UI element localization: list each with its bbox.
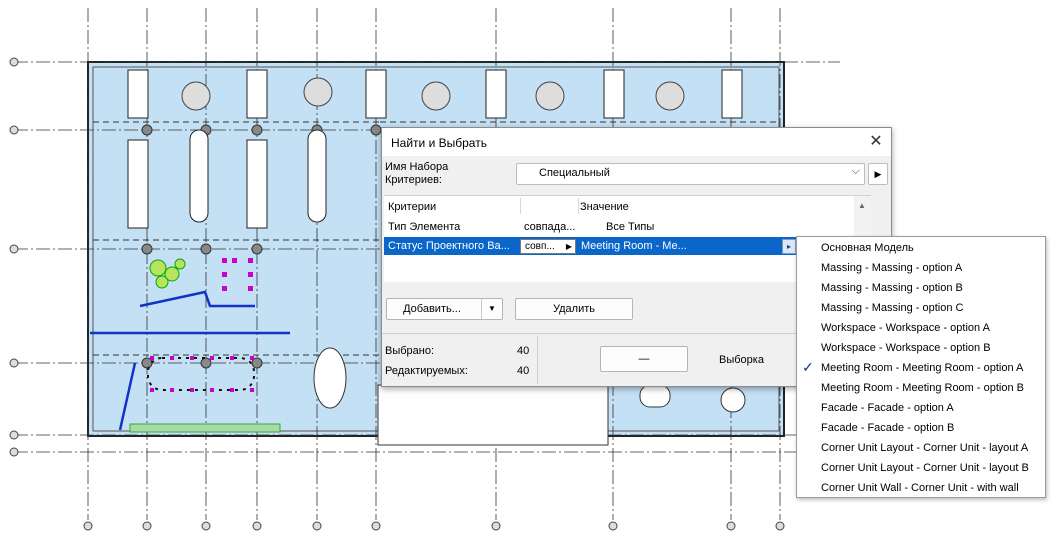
column-header-criteria[interactable]: Критерии	[388, 201, 436, 213]
selected-count: 40	[517, 345, 530, 357]
menu-item[interactable]: Facade - Facade - option B	[797, 418, 1045, 438]
criteria-set-value: Специальный	[539, 167, 610, 179]
chevron-down-icon: ⌵	[851, 165, 860, 177]
checkmark-icon: ✓	[802, 359, 814, 375]
menu-item[interactable]: Massing - Massing - option A	[797, 258, 1045, 278]
operator-dropdown[interactable]: совп... ▶	[520, 239, 576, 254]
menu-item[interactable]: Meeting Room - Meeting Room - option B	[797, 378, 1045, 398]
column-separator	[578, 198, 579, 214]
menu-item-label: Meeting Room - Meeting Room - option A	[821, 362, 1024, 374]
criteria-set-select[interactable]: Специальный ⌵	[516, 163, 865, 185]
row-criterion: Статус Проектного Ва...	[388, 240, 510, 252]
row-value[interactable]: Все Типы	[606, 221, 654, 233]
menu-item-label: Corner Unit Layout - Corner Unit - layou…	[821, 462, 1029, 474]
menu-item-label: Meeting Room - Meeting Room - option B	[821, 382, 1024, 394]
dialog-title: Найти и Выбрать	[391, 136, 487, 150]
menu-item[interactable]: Corner Unit Layout - Corner Unit - layou…	[797, 458, 1045, 478]
deselect-button[interactable]: —	[600, 346, 688, 372]
dialog-titlebar[interactable]: Найти и Выбрать ✕	[382, 128, 891, 156]
menu-item-label: Основная Модель	[821, 242, 914, 254]
menu-item-label: Massing - Massing - option B	[821, 282, 963, 294]
selected-label: Выбрано:	[385, 345, 435, 357]
editable-label: Редактируемых:	[385, 365, 468, 377]
column-separator	[520, 198, 521, 214]
menu-item[interactable]: Corner Unit Layout - Corner Unit - layou…	[797, 438, 1045, 458]
row-criterion: Тип Элемента	[388, 221, 461, 233]
scroll-up-icon[interactable]: ▲	[858, 201, 866, 210]
close-icon[interactable]: ✕	[867, 133, 885, 151]
add-button-label: Добавить...	[403, 303, 461, 315]
column-header-value[interactable]: Значение	[580, 201, 629, 213]
design-option-menu: Основная Модель Massing - Massing - optio…	[796, 236, 1046, 498]
value-menu-arrow-icon[interactable]: ▸	[782, 239, 796, 254]
caret-right-icon: ▶	[565, 242, 572, 251]
table-row[interactable]: Тип Элемента совпада... Все Типы	[384, 218, 871, 236]
delete-button[interactable]: Удалить	[515, 298, 633, 320]
row-operator: совп...	[525, 241, 555, 252]
menu-item[interactable]: Massing - Massing - option B	[797, 278, 1045, 298]
menu-item[interactable]: ✓ Meeting Room - Meeting Room - option A	[797, 358, 1045, 378]
editable-count: 40	[517, 365, 530, 377]
menu-item-label: Massing - Massing - option C	[821, 302, 964, 314]
menu-item[interactable]: Massing - Massing - option C	[797, 298, 1045, 318]
dropdown-arrow-icon[interactable]: ▼	[481, 299, 502, 319]
menu-item[interactable]: Workspace - Workspace - option B	[797, 338, 1045, 358]
add-button[interactable]: Добавить... ▼	[386, 298, 503, 320]
menu-item-label: Massing - Massing - option A	[821, 262, 963, 274]
row-operator[interactable]: совпада...	[524, 221, 575, 233]
menu-item-label: Facade - Facade - option B	[821, 422, 955, 434]
menu-item-label: Workspace - Workspace - option B	[821, 342, 991, 354]
criteria-set-menu-button[interactable]: ▶	[868, 163, 888, 185]
menu-item-label: Workspace - Workspace - option A	[821, 322, 990, 334]
menu-item-label: Corner Unit Layout - Corner Unit - layou…	[821, 442, 1029, 454]
menu-item[interactable]: Corner Unit Wall - Corner Unit - with wa…	[797, 478, 1045, 498]
row-value[interactable]: Meeting Room - Me...	[581, 240, 687, 252]
menu-item[interactable]: Workspace - Workspace - option A	[797, 318, 1045, 338]
menu-item[interactable]: Основная Модель	[797, 238, 1045, 258]
menu-item-label: Facade - Facade - option A	[821, 402, 954, 414]
menu-item-label: Corner Unit Wall - Corner Unit - with wa…	[821, 482, 1019, 494]
criteria-set-label: Имя Набора Критериев:	[385, 161, 449, 186]
menu-item[interactable]: Facade - Facade - option A	[797, 398, 1045, 418]
divider	[537, 336, 538, 384]
selection-label: Выборка	[719, 354, 764, 366]
